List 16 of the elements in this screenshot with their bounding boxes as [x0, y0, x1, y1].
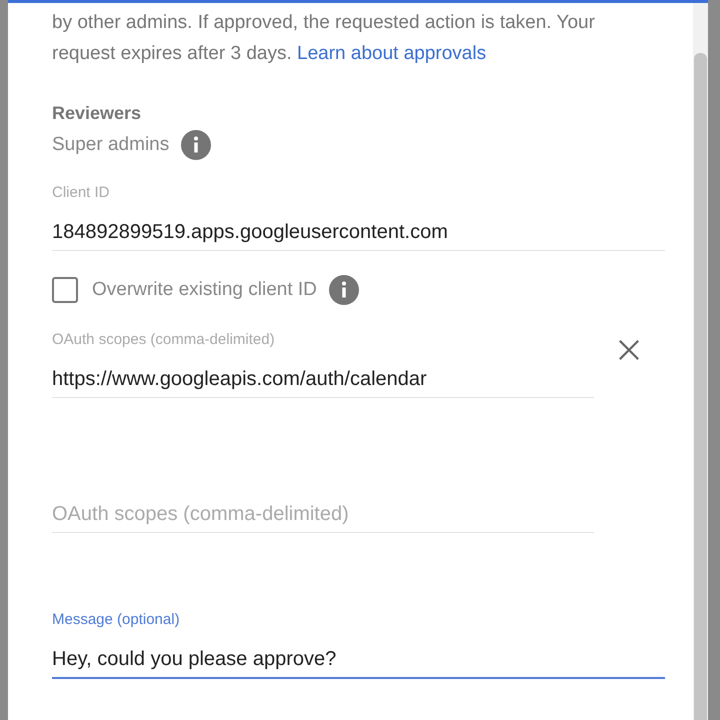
reviewers-heading: Reviewers	[52, 103, 142, 124]
oauth-scopes-field[interactable]: https://www.googleapis.com/auth/calendar	[52, 348, 594, 398]
approval-description: by other admins. If approved, the requested action is taken. Your request expires after 3 days. Learn about approvals	[52, 11, 596, 66]
overwrite-checkbox[interactable]	[52, 277, 78, 303]
scrollbar-thumb[interactable]	[694, 53, 707, 720]
client-id-field[interactable]: 184892899519.apps.googleusercontent.com	[52, 201, 665, 251]
reviewers-value: Super admins	[52, 134, 170, 156]
message-label: Message (optional)	[52, 611, 181, 628]
client-id-label: Client ID	[52, 184, 111, 201]
close-icon[interactable]	[618, 339, 640, 361]
info-icon[interactable]	[328, 275, 359, 305]
info-icon[interactable]	[181, 130, 212, 160]
learn-about-approvals-link[interactable]: Learn about approvals	[297, 43, 486, 64]
message-field[interactable]: Hey, could you please approve?	[52, 628, 665, 679]
overwrite-label: Overwrite existing client ID	[92, 279, 317, 301]
oauth-scopes-label: OAuth scopes (comma-delimited)	[52, 331, 276, 348]
